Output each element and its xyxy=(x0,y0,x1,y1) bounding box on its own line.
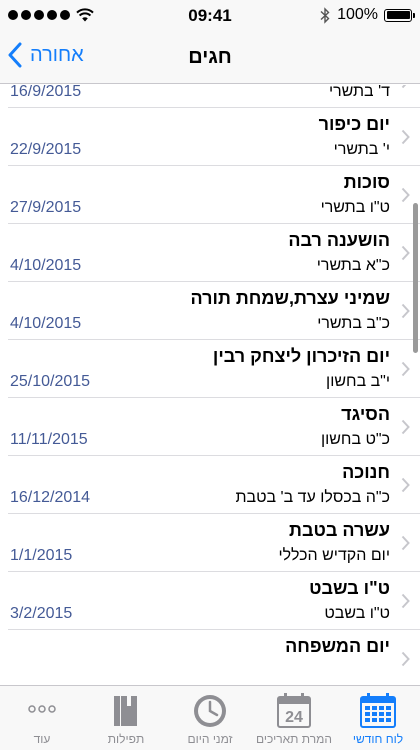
calendar-grid-icon xyxy=(360,693,396,728)
holiday-row[interactable]: הסיגד כ"ט בחשון 11/11/2015 xyxy=(8,398,420,456)
holiday-title: שמיני עצרת,שמחת תורה xyxy=(190,288,390,308)
holiday-title: סוכות xyxy=(343,172,390,192)
holiday-row[interactable]: יום המשפחה xyxy=(8,630,420,685)
chevron-right-icon xyxy=(401,593,410,609)
hebrew-date: ד' בתשרי xyxy=(328,85,390,100)
holiday-row[interactable]: עשרה בטבת יום הקדיש הכללי 1/1/2015 xyxy=(8,514,420,572)
chevron-right-icon xyxy=(401,651,410,667)
hebrew-date: כ"א בתשרי xyxy=(316,257,390,274)
holiday-row[interactable]: הושענה רבה כ"א בתשרי 4/10/2015 xyxy=(8,224,420,282)
chevron-right-icon xyxy=(401,361,410,377)
books-icon xyxy=(114,696,137,726)
holiday-row[interactable]: חנוכה כ"ה בכסלו עד ב' בטבת 16/12/2014 xyxy=(8,456,420,514)
status-right: 100% xyxy=(319,6,415,24)
navigation-bar: אחורה חגים xyxy=(0,30,420,84)
gregorian-date: 4/10/2015 xyxy=(10,315,82,332)
hebrew-date: י' בתשרי xyxy=(333,141,390,158)
holiday-title: עשרה בטבת xyxy=(289,520,390,540)
chevron-right-icon xyxy=(401,187,410,203)
tab-label: לוח חודשי xyxy=(352,732,404,746)
tab-bar: עוד תפילות זמני היום 24 המרת תאריכים לוח… xyxy=(0,685,420,750)
chevron-right-icon xyxy=(401,535,410,551)
holiday-row[interactable]: סוכות ט"ו בתשרי 27/9/2015 xyxy=(8,166,420,224)
holiday-title: ט"ו בשבט xyxy=(309,578,390,598)
tab-label: עוד xyxy=(33,732,51,746)
holiday-title: יום המשפחה xyxy=(285,636,390,656)
holiday-title: חנוכה xyxy=(342,462,390,482)
tab-label: תפילות xyxy=(107,732,145,746)
chevron-right-icon xyxy=(401,477,410,493)
gregorian-date: 25/10/2015 xyxy=(10,373,91,390)
holiday-row[interactable]: צום גדליהד' בתשרי16/9/2015 xyxy=(8,85,420,108)
hebrew-date: ט"ו בשבט xyxy=(324,605,390,622)
gregorian-date: 11/11/2015 xyxy=(10,431,88,448)
gregorian-date: 1/1/2015 xyxy=(10,547,73,564)
more-dots-icon xyxy=(28,705,56,713)
tab-date-converter[interactable]: 24 המרת תאריכים xyxy=(252,686,336,750)
battery-icon xyxy=(384,8,415,22)
hebrew-date: כ"ב בתשרי xyxy=(317,315,390,332)
tab-label: זמני היום xyxy=(187,732,233,746)
holiday-row[interactable]: שמיני עצרת,שמחת תורה כ"ב בתשרי 4/10/2015 xyxy=(8,282,420,340)
chevron-right-icon xyxy=(401,419,410,435)
tab-monthly-calendar[interactable]: לוח חודשי xyxy=(336,686,420,750)
hebrew-date: כ"ט בחשון xyxy=(320,431,390,448)
holiday-row[interactable]: יום הזיכרון ליצחק רבין י"ב בחשון 25/10/201… xyxy=(8,340,420,398)
tab-day-times[interactable]: זמני היום xyxy=(168,686,252,750)
holiday-title: יום הזיכרון ליצחק רבין xyxy=(212,346,390,366)
clock-icon xyxy=(194,695,226,727)
bluetooth-icon xyxy=(320,6,330,24)
status-bar: 09:41 100% xyxy=(0,0,420,30)
chevron-right-icon xyxy=(401,129,410,145)
holiday-title: הושענה רבה xyxy=(288,230,390,250)
gregorian-date: 4/10/2015 xyxy=(10,257,82,274)
holiday-row[interactable]: יום כיפור י' בתשרי 22/9/2015 xyxy=(8,108,420,166)
hebrew-date: ט"ו בתשרי xyxy=(320,199,390,216)
tab-more[interactable]: עוד xyxy=(0,686,84,750)
hebrew-date: יום הקדיש הכללי xyxy=(278,547,390,564)
hebrew-date: כ"ה בכסלו עד ב' בטבת xyxy=(235,489,390,506)
battery-fill xyxy=(386,11,410,19)
calendar-24-icon: 24 xyxy=(277,693,311,728)
gregorian-date: 3/2/2015 xyxy=(10,605,73,622)
hebrew-date: י"ב בחשון xyxy=(326,373,390,390)
gregorian-date: 16/12/2014 xyxy=(10,489,91,506)
chevron-right-icon xyxy=(401,245,410,261)
page-title: חגים xyxy=(188,46,232,68)
gregorian-date: 27/9/2015 xyxy=(10,199,82,216)
holiday-list[interactable]: צום גדליהד' בתשרי16/9/2015יום כיפורי' בת… xyxy=(0,85,420,685)
holiday-title: יום כיפור xyxy=(318,114,390,134)
gregorian-date: 22/9/2015 xyxy=(10,141,82,158)
gregorian-date: 16/9/2015 xyxy=(10,85,82,100)
battery-percent: 100% xyxy=(337,6,378,23)
tab-prayers[interactable]: תפילות xyxy=(84,686,168,750)
holiday-title: הסיגד xyxy=(341,404,390,424)
chevron-right-icon xyxy=(401,303,410,319)
tab-label: המרת תאריכים xyxy=(256,732,332,746)
holiday-row[interactable]: ט"ו בשבט ט"ו בשבט 3/2/2015 xyxy=(8,572,420,630)
scroll-indicator[interactable] xyxy=(413,203,418,353)
svg-text:24: 24 xyxy=(285,709,303,726)
chevron-right-icon xyxy=(401,85,407,89)
